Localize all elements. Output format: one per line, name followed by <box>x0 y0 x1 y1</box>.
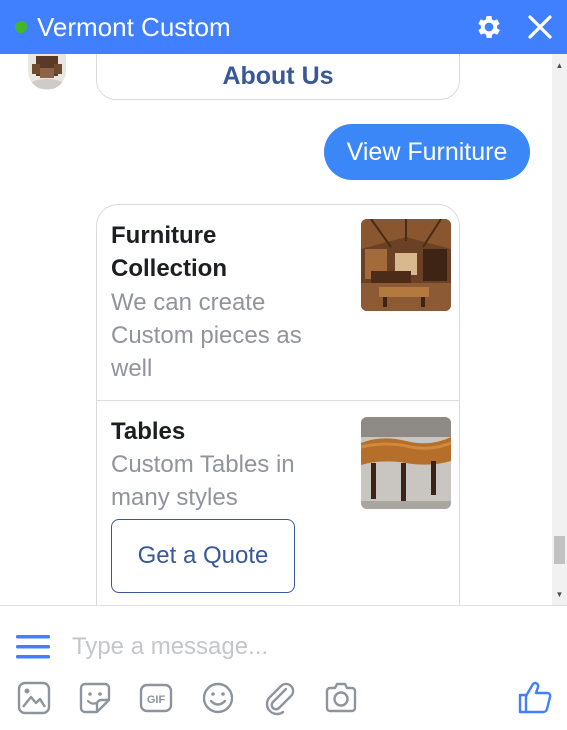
message-list[interactable]: About Us View Furniture Furniture Collec… <box>0 54 552 605</box>
svg-text:GIF: GIF <box>147 694 166 706</box>
list-item-tables[interactable]: Tables Custom Tables in many styles Get … <box>97 401 459 605</box>
scroll-down-arrow-icon[interactable]: ▼ <box>552 587 567 601</box>
item-subtitle-line: We can create <box>111 289 266 316</box>
camera-icon[interactable] <box>323 680 359 716</box>
user-message-bubble: View Furniture <box>324 124 530 180</box>
message-input[interactable] <box>72 630 492 664</box>
furniture-room-image[interactable] <box>361 219 451 311</box>
bot-avatar <box>28 54 66 90</box>
user-message-text: View Furniture <box>346 137 508 166</box>
sticker-icon[interactable] <box>77 680 113 716</box>
get-a-quote-label: Get a Quote <box>137 542 269 569</box>
item-subtitle-line: Custom Tables in <box>111 451 295 478</box>
emoji-icon[interactable] <box>200 680 236 716</box>
item-title-line: Furniture <box>111 222 217 249</box>
thumbs-up-icon[interactable] <box>516 678 554 716</box>
image-icon[interactable] <box>16 680 52 716</box>
item-subtitle-line: well <box>111 355 153 382</box>
menu-icon[interactable] <box>16 634 50 660</box>
scroll-up-arrow-icon[interactable]: ▲ <box>552 58 567 72</box>
gif-icon[interactable]: GIF <box>138 680 174 716</box>
close-icon[interactable] <box>525 12 555 42</box>
gear-icon[interactable] <box>474 12 504 42</box>
item-subtitle-line: Custom pieces as <box>111 322 302 349</box>
get-a-quote-button[interactable]: Get a Quote <box>111 519 295 593</box>
list-template-card: Furniture Collection We can create Custo… <box>96 204 460 605</box>
item-subtitle-line: many styles <box>111 484 238 511</box>
chat-scrollbar[interactable]: ▲ ▼ <box>552 54 567 605</box>
wood-table-image[interactable] <box>361 417 451 509</box>
scrollbar-thumb[interactable] <box>554 536 565 564</box>
about-us-button[interactable]: About Us <box>96 54 460 100</box>
attachment-icon[interactable] <box>262 680 298 716</box>
item-title: Tables <box>111 418 186 445</box>
chat-title: Vermont Custom <box>37 12 231 42</box>
online-status-dot <box>15 21 27 33</box>
about-us-label: About Us <box>222 61 334 90</box>
item-title-line: Collection <box>111 255 228 282</box>
list-item-furniture[interactable]: Furniture Collection We can create Custo… <box>97 205 459 401</box>
chat-header: Vermont Custom <box>0 0 567 54</box>
message-composer: GIF <box>0 605 567 730</box>
